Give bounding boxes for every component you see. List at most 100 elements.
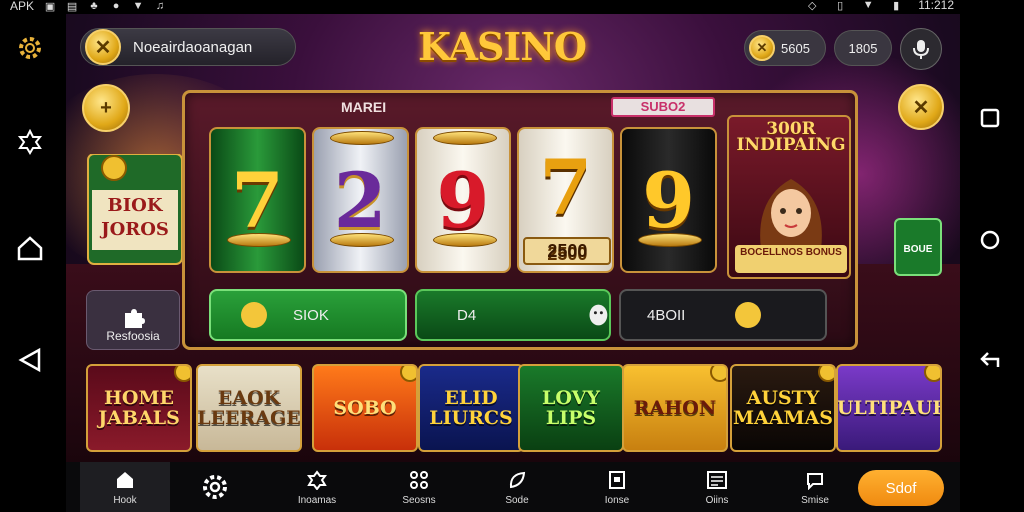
coin-icon: ✕ (898, 84, 944, 130)
nav-label: Inoamas (297, 494, 337, 506)
status-bar: APK ▣ ▤ ♣ ● ▼ ♫ ◇ ▯ ▼ ▮ 11:212 (0, 0, 1024, 14)
bet-control[interactable]: D4 (415, 289, 611, 341)
nav-label: Hook (113, 494, 137, 506)
game-tile[interactable]: AUSTY MAAMAS (730, 364, 836, 452)
battery-icon: ▮ (893, 0, 900, 12)
coin-stack-icon (329, 131, 394, 145)
coin-stack-icon (329, 233, 394, 247)
coin-stack-icon (638, 233, 703, 247)
account-name: Noeairdaoanagan (133, 38, 253, 56)
coin-stack-icon (227, 233, 291, 247)
coin-icon: ✕ (749, 35, 775, 61)
spin-control[interactable]: SIOK (209, 289, 407, 341)
mic-button[interactable] (900, 28, 942, 70)
recents-icon[interactable] (974, 102, 1006, 134)
reels: 7 2 9 7 2500 9 (209, 127, 717, 273)
nav-smise[interactable]: Smise (770, 462, 860, 512)
reset-button[interactable]: Resfoosia (86, 290, 180, 350)
nav-settings[interactable] (170, 462, 260, 512)
control-label: SIOK (293, 306, 329, 324)
coin-stack-icon (432, 131, 497, 145)
right-nav-rail (960, 14, 1024, 512)
left-promo-title: BIOK JOROS (101, 195, 169, 240)
promo-card[interactable]: 300R INDIPAING BOCELLNOS BONUS (727, 115, 851, 279)
return-icon[interactable] (974, 344, 1006, 376)
back-icon[interactable] (14, 344, 46, 376)
promo-banner: BOCELLNOS BONUS (735, 245, 847, 273)
game-tiles: HOME JABALS EAOK LEERAGE SOBO ELID LIURC… (86, 364, 942, 456)
side-bonus-label: BOUE (903, 244, 933, 255)
reset-label: Resfoosia (106, 329, 160, 343)
nav-oiins[interactable]: Oiins (672, 462, 762, 512)
reel: 7 (209, 127, 306, 273)
grid-icon (408, 469, 430, 491)
tile-label: ELID LIURCS (429, 387, 513, 429)
home-outline-icon[interactable] (14, 232, 46, 264)
reel: 2 (311, 127, 409, 273)
coin-badge-icon (818, 366, 834, 382)
puzzle-icon (306, 469, 328, 491)
game-tile[interactable]: SOBO (312, 364, 418, 452)
game-tile[interactable]: HOME JABALS (86, 364, 192, 452)
leaf-icon (506, 469, 528, 491)
list-icon (706, 469, 728, 491)
tile-label: EAOK LEERAGE (197, 387, 301, 429)
nav-ionse[interactable]: Ionse (572, 462, 662, 512)
screen: APK ▣ ▤ ♣ ● ▼ ♫ ◇ ▯ ▼ ▮ 11:212 ✕ Noeaird… (0, 0, 1024, 512)
reel: 9 (414, 127, 512, 273)
account-pill[interactable]: ✕ Noeairdaoanagan (80, 28, 296, 66)
settings-icon (200, 472, 230, 502)
bottom-nav: Hook Inoamas Seosns Sode Ionse Oiins Smi… (66, 462, 960, 512)
nav-sode[interactable]: Sode (472, 462, 562, 512)
settings-icon[interactable] (14, 32, 46, 64)
notification-icon: ● (112, 0, 120, 12)
control-label: 4BOII (647, 306, 686, 324)
notification-icon: ▤ (66, 0, 78, 13)
promo-title: 300R INDIPAING (736, 119, 846, 155)
cta-button[interactable]: Sdof (858, 470, 944, 506)
mic-icon (913, 40, 929, 59)
auto-control[interactable]: 4BOII (619, 289, 827, 341)
reel-symbol: 7 (539, 142, 593, 232)
side-bonus-button[interactable]: BOUE (894, 218, 942, 276)
game-tile[interactable]: RAHON (622, 364, 728, 452)
notification-icon: ▼ (132, 0, 144, 12)
game-tile[interactable]: ELID LIURCS (418, 364, 524, 452)
coin-badge-icon (924, 366, 940, 382)
balance-pill[interactable]: ✕ 5605 (744, 30, 826, 66)
notification-icon: ♣ (90, 0, 98, 12)
add-coin-button[interactable]: + (82, 84, 130, 132)
game-tile[interactable]: MULTIPAUBS (836, 364, 942, 452)
tile-label: LOVY LIPS (542, 387, 600, 429)
balance-value: 1805 (848, 40, 878, 56)
reel-symbol: 9 (642, 155, 696, 245)
nav-games[interactable]: Inoamas (272, 462, 362, 512)
carrier-label: APK (10, 0, 35, 13)
emoji-icon (735, 302, 762, 328)
tile-label: MULTIPAUBS (836, 397, 940, 419)
nav-home[interactable]: Hook (80, 462, 170, 512)
reel-symbol: 7 (230, 155, 284, 245)
notification-icon: ▣ (44, 0, 56, 13)
slot-badge: SUBO2 (611, 97, 715, 117)
tile-label: RAHON (633, 397, 717, 419)
puzzle-icon[interactable] (14, 126, 46, 158)
balance-pill[interactable]: 1805 (834, 30, 892, 66)
prize-badge: 2500 (523, 237, 612, 265)
game-view: ✕ Noeairdaoanagan KASINO ✕ 5605 1805 + ✕… (66, 14, 960, 462)
nav-label: Oiins (705, 494, 729, 506)
home-circle-icon[interactable] (974, 224, 1006, 256)
vibrate-icon: ◇ (807, 0, 817, 12)
tile-label: HOME JABALS (98, 387, 180, 429)
home-icon (114, 469, 136, 491)
reel: 7 2500 (517, 127, 615, 273)
game-tile[interactable]: LOVY LIPS (518, 364, 624, 452)
reel-symbol: 2 (333, 155, 387, 245)
balance-value: 5605 (781, 40, 810, 56)
game-tile[interactable]: EAOK LEERAGE (196, 364, 302, 452)
character-portrait (760, 179, 822, 249)
nav-seasons[interactable]: Seosns (374, 462, 464, 512)
left-promo-card[interactable]: BIOK JOROS (86, 153, 183, 274)
chat-icon (804, 469, 826, 491)
tile-label: AUSTY MAAMAS (732, 387, 833, 429)
